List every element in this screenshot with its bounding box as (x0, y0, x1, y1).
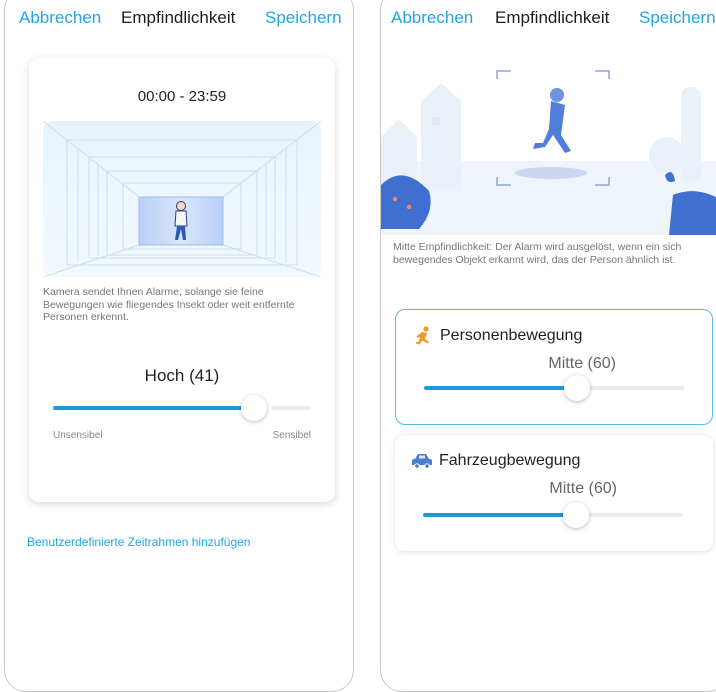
mode-label: Personenbewegung (440, 327, 583, 344)
schedule-description: Kamera sendet Ihnen Alarme, solange sie … (43, 286, 295, 323)
page-title: Empfindlichkeit (495, 8, 610, 27)
slider-fill (424, 386, 566, 390)
save-button[interactable]: Speichern (639, 8, 716, 28)
time-range: 00:00 - 23:59 (137, 88, 227, 105)
car-icon (412, 454, 432, 469)
running-figure (533, 88, 571, 153)
min-label: Unsensibel (53, 430, 103, 441)
cancel-button[interactable]: Abbrechen (391, 8, 473, 28)
slider-fill (423, 513, 565, 517)
save-button[interactable]: Speichern (265, 8, 342, 28)
mode-label: Fahrzeugbewegung (439, 452, 581, 469)
cancel-button[interactable]: Abbrechen (19, 8, 101, 28)
slider-track (589, 513, 683, 517)
slider-knob[interactable] (563, 502, 589, 528)
mode-value: Mitte (60) (548, 355, 616, 372)
mode-card-person[interactable]: Personenbewegung Mitte (60) (395, 309, 713, 425)
mode-value: Mitte (60) (549, 480, 617, 497)
slider-knob[interactable] (564, 375, 590, 401)
slider-track (271, 406, 311, 410)
max-label: Sensibel (272, 430, 311, 441)
schedule-card[interactable]: 00:00 - 23:59 Kamera sendet Ihnen Alarme… (29, 58, 335, 502)
mode-card-vehicle[interactable]: Fahrzeugbewegung Mitte (60) (395, 435, 713, 551)
motion-illustration (381, 70, 716, 235)
level-label: Hoch (41) (144, 366, 220, 385)
running-person-icon (415, 326, 429, 345)
left-screen: Abbrechen Empfindlichkeit Speichern 00:0… (4, 0, 354, 692)
add-timeframe-link[interactable]: Benutzerdefinierte Zeitrahmen hinzufügen (27, 535, 250, 549)
sensitivity-description: Mitte Empfindlichkeit: Der Alarm wird au… (393, 241, 682, 266)
slider-knob[interactable] (241, 395, 267, 421)
corridor-illustration (43, 121, 321, 277)
page-title: Empfindlichkeit (121, 8, 236, 27)
slider-track (590, 386, 684, 390)
right-screen: Abbrechen Empfindlichkeit Speichern Mitt… (380, 0, 716, 692)
slider-fill (53, 406, 243, 410)
